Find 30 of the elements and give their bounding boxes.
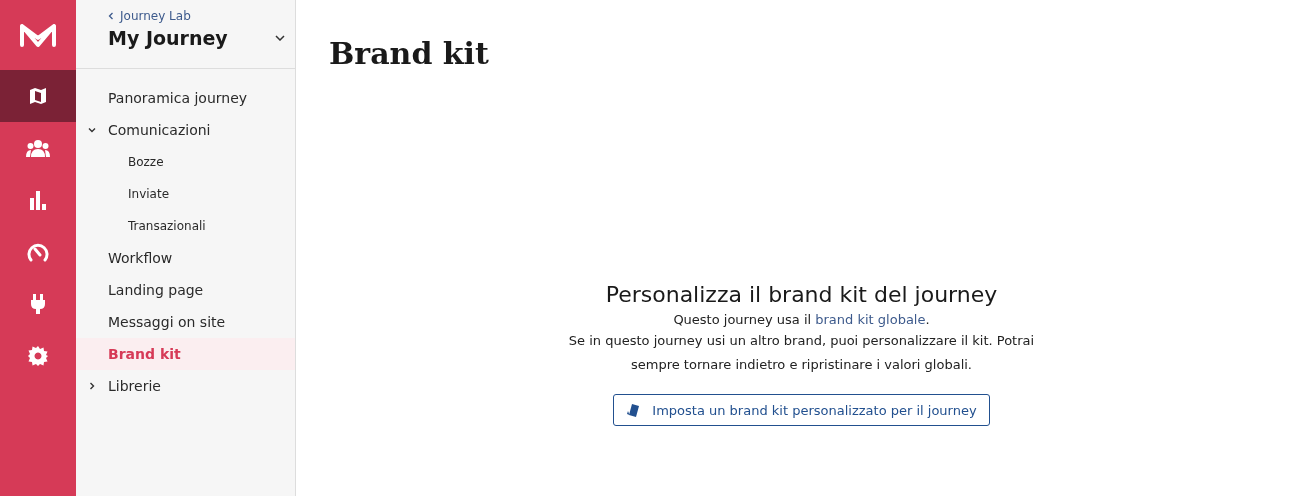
chevron-left-icon	[108, 12, 114, 20]
nav-item[interactable]: Landing page	[76, 274, 295, 306]
empty-state-heading: Personalizza il brand kit del journey	[605, 282, 998, 307]
intro-text: Questo journey usa il brand kit globale.	[673, 312, 930, 327]
journey-title: My Journey	[108, 27, 228, 49]
chevron-down-icon[interactable]	[88, 126, 96, 134]
nav-item[interactable]: Messaggi on site	[76, 306, 295, 338]
map-icon	[28, 86, 48, 106]
nav-item[interactable]: Panoramica journey	[76, 82, 295, 114]
nav-item[interactable]: Comunicazioni	[76, 114, 295, 146]
bar-chart-icon	[28, 190, 48, 210]
gauge-icon	[27, 242, 49, 262]
rail-button[interactable]	[0, 70, 76, 122]
chevron-right-icon[interactable]	[88, 382, 96, 390]
description-text: Se in questo journey usi un altro brand, puoi personalizzare il kit. Potrai sempre tornare indietro e ripristinare i valori globali.	[567, 332, 1036, 374]
nav-subitem[interactable]: Transazionali	[76, 210, 295, 242]
page-title: Brand kit	[329, 36, 490, 71]
back-link[interactable]: Journey Lab	[108, 9, 191, 23]
nav-item[interactable]: Workflow	[76, 242, 295, 274]
nav-subitem[interactable]: Inviate	[76, 178, 295, 210]
logo-icon	[18, 21, 58, 49]
nav-item[interactable]: Brand kit	[76, 338, 295, 370]
plug-icon	[30, 293, 46, 315]
chevron-down-icon[interactable]	[275, 35, 285, 41]
global-brand-kit-link[interactable]: brand kit globale	[815, 312, 926, 327]
custom-brand-kit-button[interactable]: Imposta un brand kit personalizzato per il journey	[613, 394, 990, 426]
nav-subitem[interactable]: Bozze	[76, 146, 295, 178]
settings-icon	[27, 345, 49, 367]
nav-item[interactable]: Librerie	[76, 370, 295, 402]
people-icon	[26, 139, 50, 157]
